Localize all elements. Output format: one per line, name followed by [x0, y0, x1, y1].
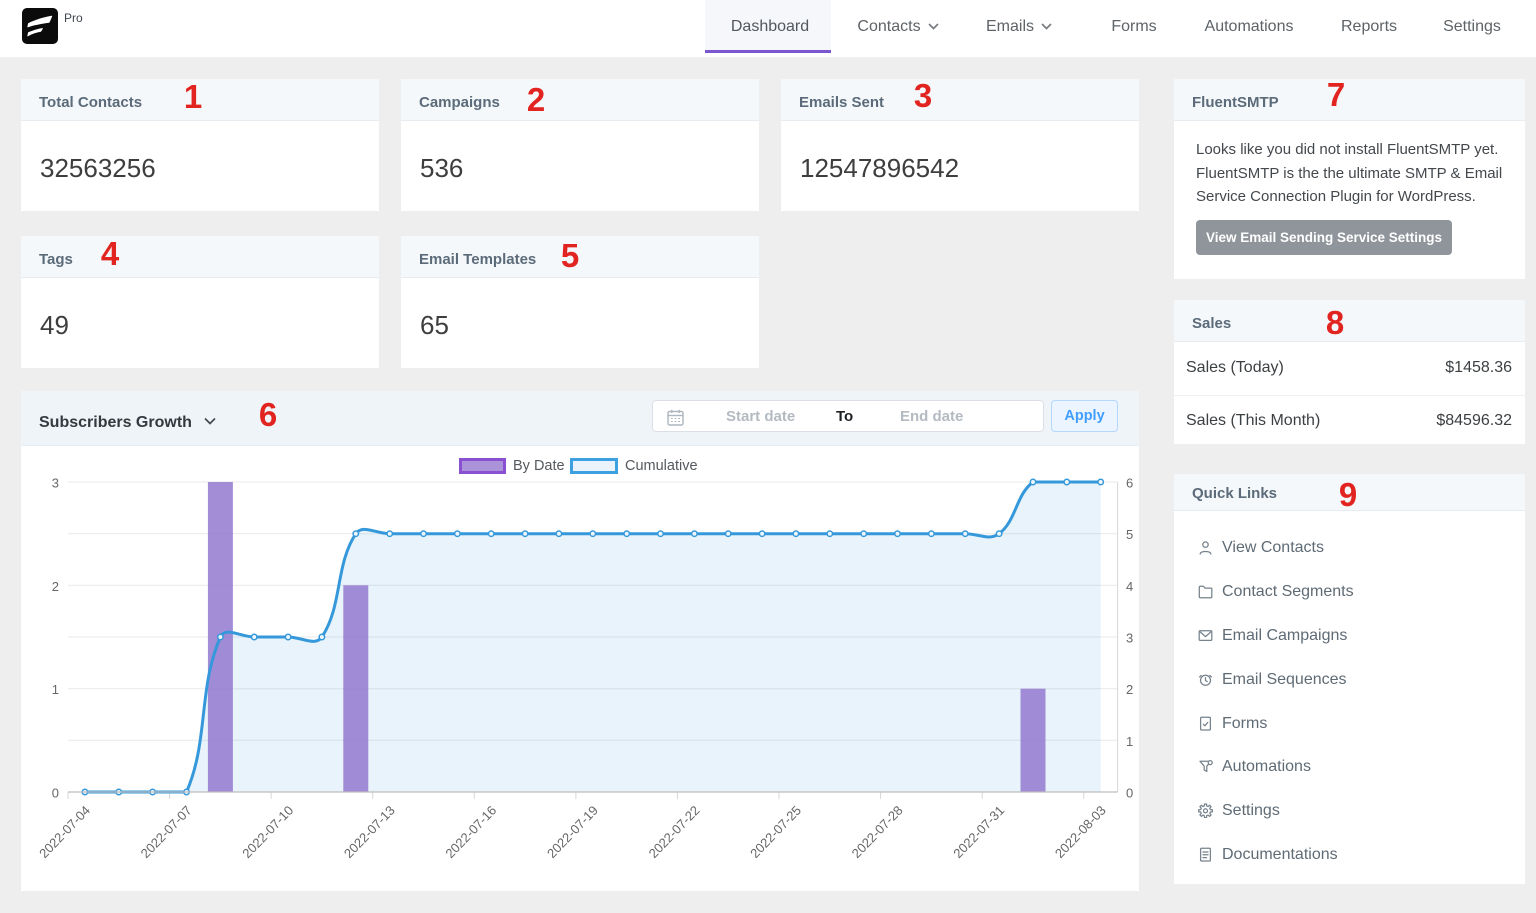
svg-text:2022-07-25: 2022-07-25	[747, 803, 804, 861]
svg-text:2022-07-28: 2022-07-28	[849, 803, 906, 861]
svg-text:2022-07-13: 2022-07-13	[341, 803, 398, 861]
svg-text:1: 1	[52, 682, 59, 697]
svg-text:2: 2	[1126, 682, 1133, 697]
svg-text:6: 6	[1126, 476, 1133, 491]
svg-text:2022-07-10: 2022-07-10	[239, 803, 296, 861]
svg-text:2022-07-07: 2022-07-07	[138, 803, 195, 861]
svg-text:2022-07-22: 2022-07-22	[646, 803, 703, 861]
svg-text:0: 0	[52, 786, 59, 801]
svg-text:1: 1	[1126, 734, 1133, 749]
svg-text:2022-07-31: 2022-07-31	[950, 803, 1007, 861]
svg-text:3: 3	[52, 476, 59, 491]
svg-text:2022-07-16: 2022-07-16	[442, 803, 499, 861]
svg-text:2022-07-04: 2022-07-04	[36, 803, 93, 861]
svg-text:4: 4	[1126, 579, 1133, 594]
svg-text:3: 3	[1126, 631, 1133, 646]
svg-text:2: 2	[52, 579, 59, 594]
svg-text:2022-08-03: 2022-08-03	[1052, 803, 1109, 861]
svg-text:2022-07-19: 2022-07-19	[544, 803, 601, 861]
svg-text:0: 0	[1126, 786, 1133, 801]
svg-text:5: 5	[1126, 527, 1133, 542]
